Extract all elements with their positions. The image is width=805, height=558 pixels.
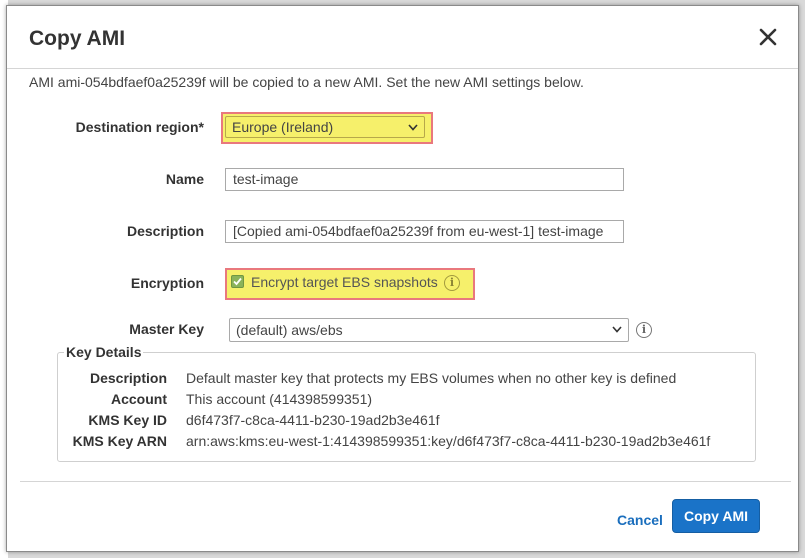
close-icon [759,28,777,46]
key-detail-value: arn:aws:kms:eu-west-1:414398599351:key/d… [186,433,711,449]
dialog-title: Copy AMI [29,27,126,50]
name-label: Name [165,171,204,187]
key-details-legend: Key Details [64,344,144,360]
info-icon[interactable]: i [636,322,652,338]
key-detail-value: d6f473f7-c8ca-4411-b230-19ad2b3e461f [186,412,440,428]
dialog-header: Copy AMI [7,6,798,69]
destination-region-label: Destination region* [75,119,204,135]
encrypt-snapshots-label[interactable]: Encrypt target EBS snapshots [251,274,438,290]
cancel-button[interactable]: Cancel [617,512,663,528]
description-input[interactable]: [Copied ami-054bdfaef0a25239f from eu-we… [225,220,624,243]
key-detail-value: Default master key that protects my EBS … [186,370,677,386]
master-key-select[interactable]: (default) aws/ebs [229,318,629,342]
info-icon[interactable]: i [444,275,460,291]
key-detail-label: Account [111,391,167,407]
key-detail-value: This account (414398599351) [186,391,373,407]
copy-ami-dialog: Copy AMI AMI ami-054bdfaef0a25239f will … [6,5,799,552]
footer-divider [20,481,791,482]
key-detail-label: Description [89,370,167,386]
encrypt-snapshots-checkbox[interactable] [231,275,244,288]
checkbox-check-icon [233,277,242,286]
name-input[interactable]: test-image [225,168,624,191]
key-detail-label: KMS Key ARN [72,433,167,449]
chevron-down-icon [612,326,622,333]
dialog-intro-text: AMI ami-054bdfaef0a25239f will be copied… [29,74,584,90]
close-button[interactable] [756,25,780,49]
master-key-label: Master Key [129,321,204,337]
destination-region-value: Europe (Ireland) [232,119,334,135]
copy-ami-button[interactable]: Copy AMI [672,499,760,533]
master-key-value: (default) aws/ebs [236,322,343,338]
encryption-label: Encryption [130,275,204,291]
destination-region-select[interactable]: Europe (Ireland) [225,116,425,138]
description-label: Description [126,223,204,239]
key-detail-label: KMS Key ID [88,412,167,428]
chevron-down-icon [408,124,418,131]
